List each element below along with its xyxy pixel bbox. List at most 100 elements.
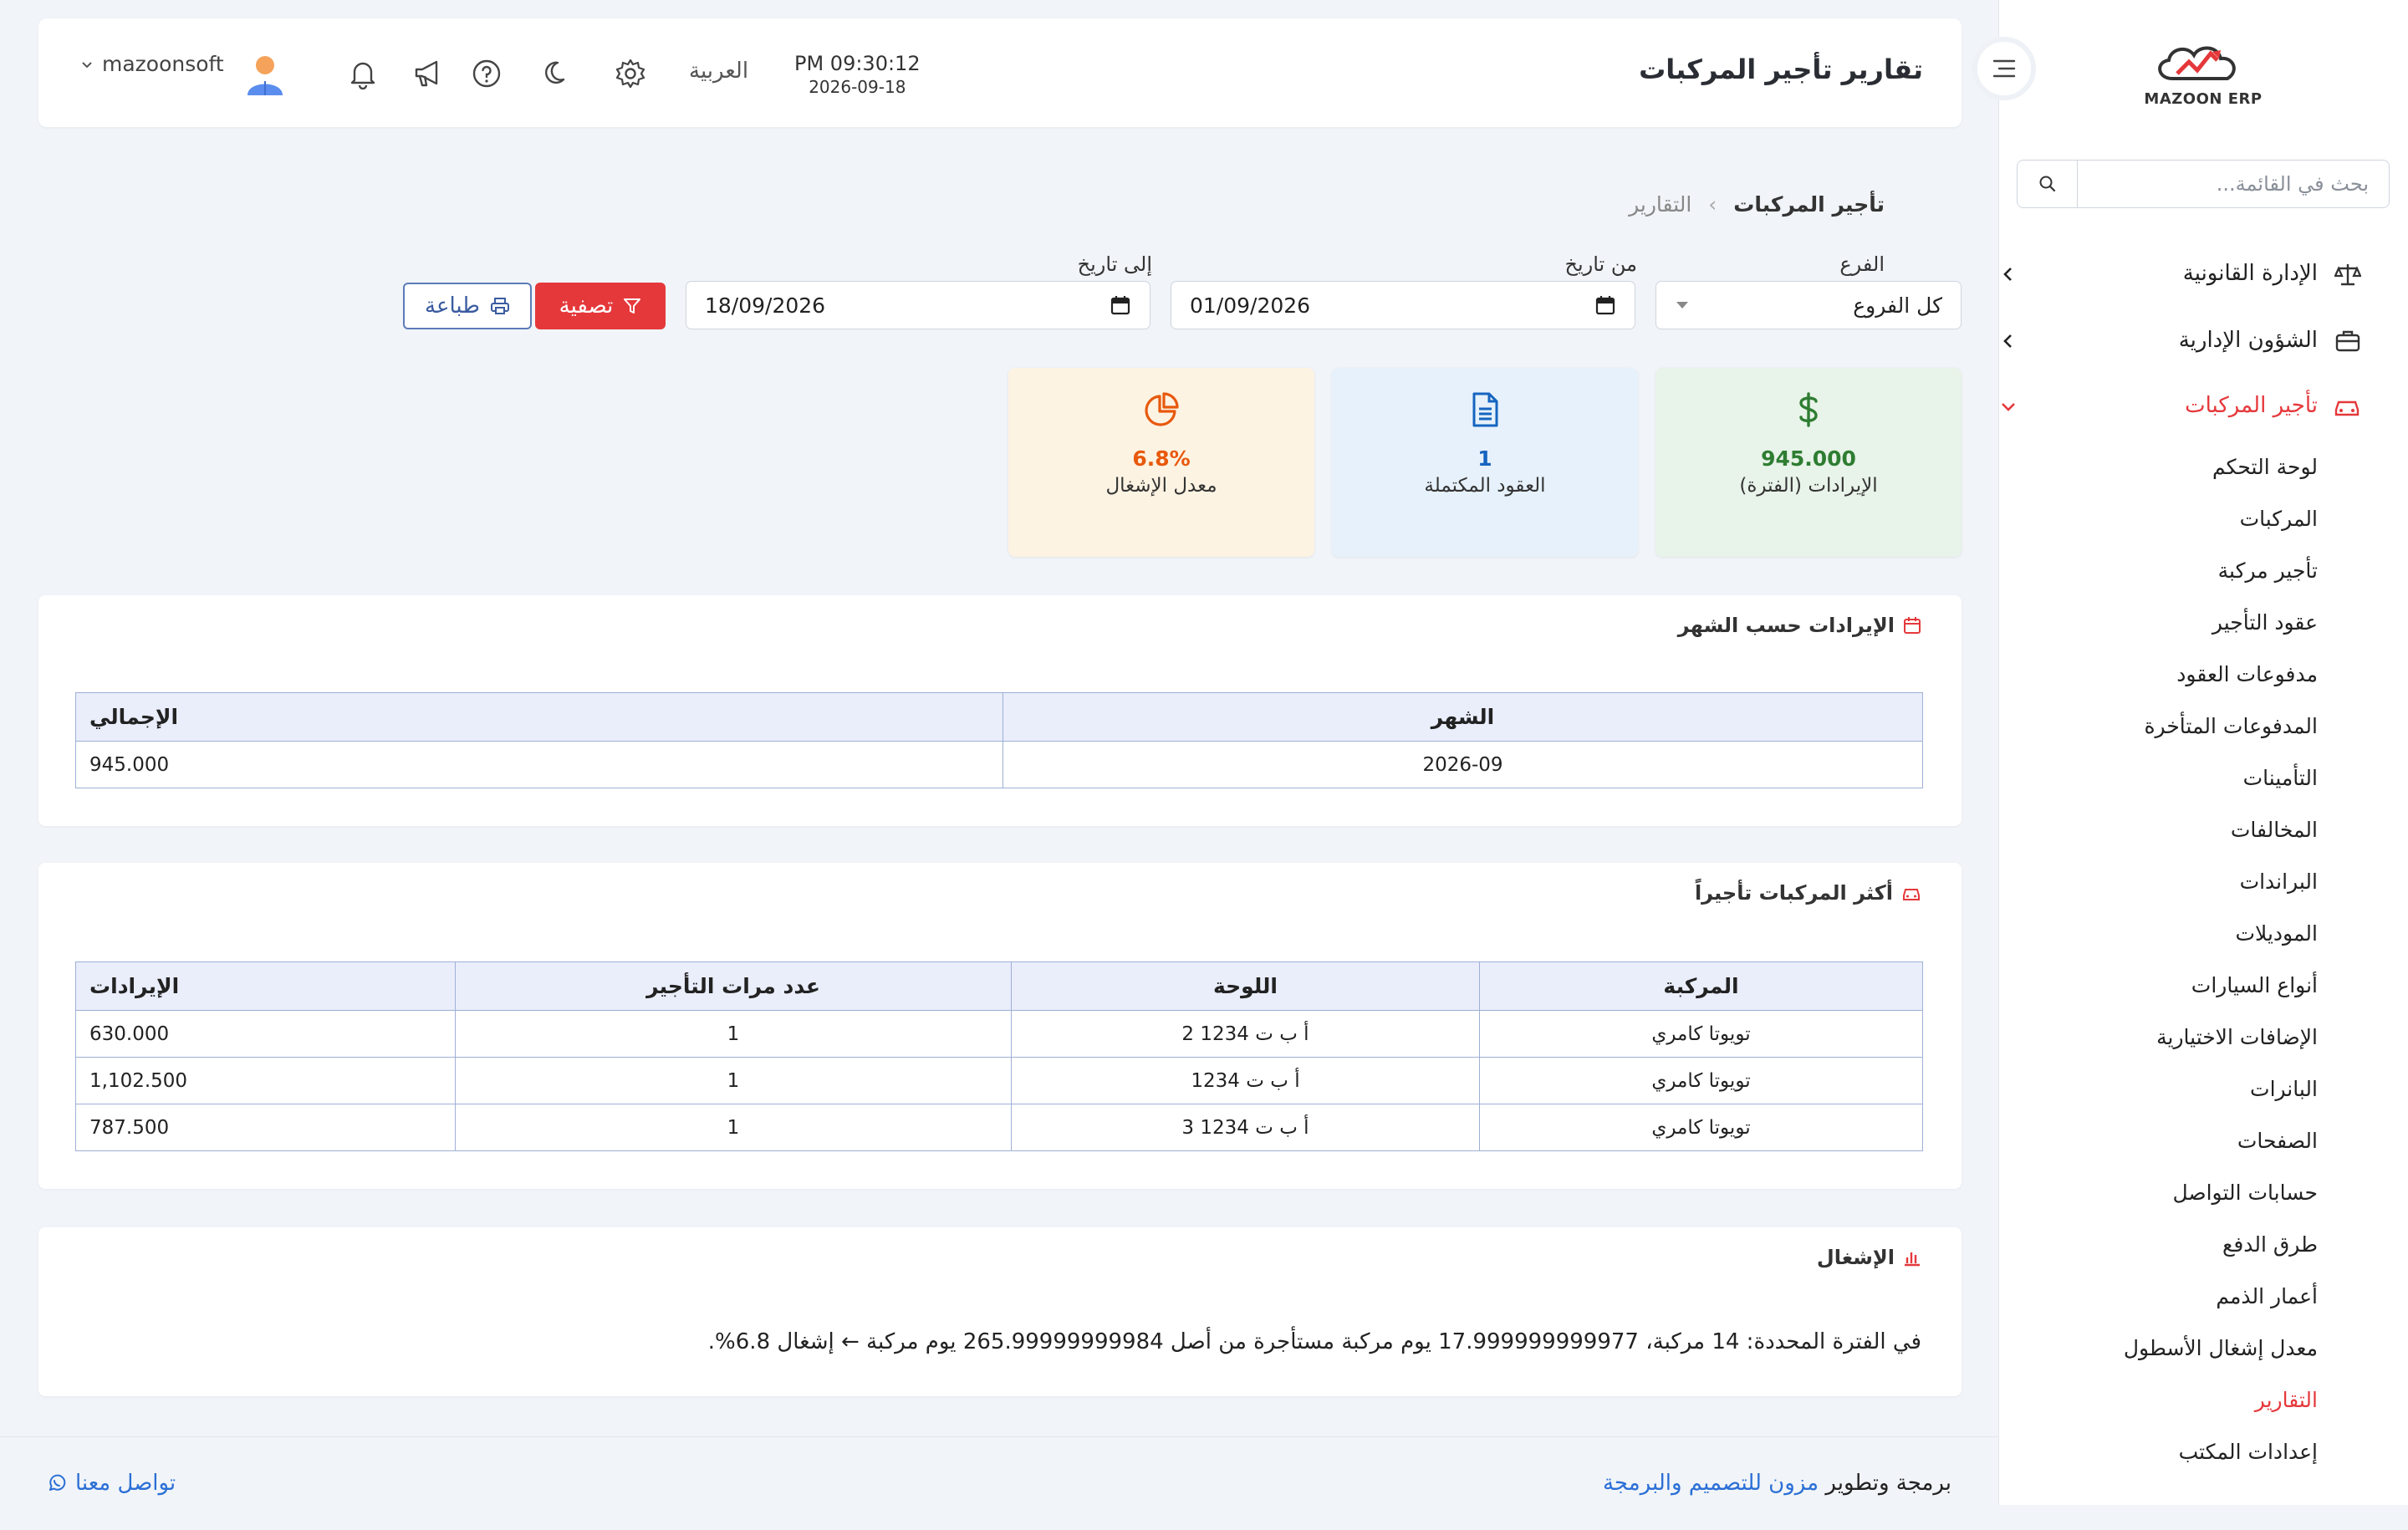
table-row: تويوتا كامري أ ب ت 1234 1 1,102.500 xyxy=(75,1057,1923,1104)
stat-icon xyxy=(1008,391,1314,428)
cell-revenue: 787.500 xyxy=(75,1104,456,1151)
bell-icon xyxy=(350,62,375,89)
from-date-value: 01/09/2026 xyxy=(1190,293,1311,318)
stat-card-revenue: 945.000 الإيرادات (الفترة) xyxy=(1656,368,1962,557)
filter-button[interactable]: تصفية xyxy=(535,283,666,329)
sidebar-item-social-accounts[interactable]: حسابات التواصل xyxy=(2172,1181,2318,1205)
contact-us-link[interactable]: تواصل معنا xyxy=(47,1471,176,1496)
notifications-button[interactable] xyxy=(343,54,383,94)
branch-label: الفرع xyxy=(1839,252,1885,276)
branch-select-value: كل الفروع xyxy=(1853,293,1942,318)
top-header: تقارير تأجير المركبات PM 09:30:12 2026-0… xyxy=(38,18,1962,127)
contact-us-label: تواصل معنا xyxy=(75,1471,176,1496)
column-header-month: الشهر xyxy=(1002,692,1923,742)
stat-icon xyxy=(1656,391,1962,428)
sidebar-item-insurances[interactable]: التأمينات xyxy=(2243,766,2318,790)
sidebar-search-input[interactable] xyxy=(2078,161,2389,207)
avatar[interactable] xyxy=(244,54,286,95)
car-icon xyxy=(1903,889,1920,900)
language-switch[interactable]: العربية xyxy=(689,59,748,84)
revenue-by-month-panel: الإيرادات حسب الشهر الشهر الإجمالي 2026-… xyxy=(38,595,1962,826)
chevron-down-icon xyxy=(82,61,92,68)
column-header-vehicle: المركبة xyxy=(1479,961,1923,1011)
caret-down-icon xyxy=(1676,302,1688,309)
column-header-total: الإجمالي xyxy=(75,692,1003,742)
car-icon xyxy=(2334,400,2360,416)
document-icon xyxy=(1472,392,1498,427)
branch-select[interactable]: كل الفروع xyxy=(1656,281,1962,329)
column-header-rental-count: عدد مرات التأجير xyxy=(455,961,1012,1011)
sidebar-item-rental-contracts[interactable]: عقود التأجير xyxy=(2212,610,2318,635)
sidebar-item-brands[interactable]: البراندات xyxy=(2240,870,2318,894)
credit-link[interactable]: مزون للتصميم والبرمجة xyxy=(1603,1471,1819,1496)
user-menu[interactable]: mazoonsoft xyxy=(80,52,224,76)
cell-total: 945.000 xyxy=(75,741,1003,788)
sidebar-item-models[interactable]: الموديلات xyxy=(2236,921,2318,946)
search-button[interactable] xyxy=(2018,161,2078,207)
from-date-input[interactable]: 01/09/2026 xyxy=(1171,281,1635,329)
breadcrumb-parent[interactable]: التقارير xyxy=(1629,192,1691,217)
sidebar-item-legal[interactable]: الإدارة القانونية xyxy=(1998,249,2408,299)
pie-chart-icon xyxy=(1145,392,1179,426)
column-header-revenue: الإيرادات xyxy=(75,961,456,1011)
clock-time: PM 09:30:12 xyxy=(794,52,921,75)
to-date-input[interactable]: 18/09/2026 xyxy=(686,281,1150,329)
stat-label: العقود المكتملة xyxy=(1424,475,1546,497)
occupancy-summary: في الفترة المحددة: 14 مركبة، 17.99999999… xyxy=(707,1329,1921,1354)
table-header-row: المركبة اللوحة عدد مرات التأجير الإيرادا… xyxy=(75,961,1923,1011)
calendar-icon xyxy=(1904,617,1921,634)
settings-button[interactable] xyxy=(610,54,650,94)
sidebar-item-vehicles[interactable]: المركبات xyxy=(2240,507,2318,531)
briefcase-icon xyxy=(2335,330,2360,352)
panel-title: أكثر المركبات تأجيراً xyxy=(1695,881,1921,905)
sidebar-item-pages[interactable]: الصفحات xyxy=(2237,1129,2318,1153)
sidebar-item-office-settings[interactable]: إعدادات المكتب xyxy=(2179,1440,2318,1464)
sidebar-item-late-payments[interactable]: المدفوعات المتأخرة xyxy=(2144,714,2318,738)
cell-revenue: 1,102.500 xyxy=(75,1057,456,1104)
sidebar-item-violations[interactable]: المخالفات xyxy=(2231,818,2318,842)
sidebar-item-reports[interactable]: التقارير xyxy=(2255,1388,2318,1412)
breadcrumb-separator: › xyxy=(1708,192,1717,217)
panel-title: الإيرادات حسب الشهر xyxy=(1678,614,1921,637)
sidebar-group-label: الإدارة القانونية xyxy=(2182,261,2318,286)
occupancy-panel: الإشغال في الفترة المحددة: 14 مركبة، 17.… xyxy=(38,1227,1962,1396)
cell-revenue: 630.000 xyxy=(75,1010,456,1058)
sidebar-toggle-button[interactable] xyxy=(1972,37,2036,100)
cell-vehicle: تويوتا كامري xyxy=(1479,1010,1923,1058)
sidebar-item-rent-vehicle[interactable]: تأجير مركبة xyxy=(2218,558,2318,583)
user-avatar-icon xyxy=(247,56,283,95)
sidebar-item-vehicle-rental[interactable]: تأجير المركبات xyxy=(1998,381,2408,431)
chevron-down-icon xyxy=(2002,403,2015,411)
calendar-icon xyxy=(1110,296,1130,315)
sidebar-group-label: تأجير المركبات xyxy=(2185,393,2318,418)
top-vehicles-table: المركبة اللوحة عدد مرات التأجير الإيرادا… xyxy=(75,961,1923,1151)
brand-logo[interactable]: MAZOON ERP xyxy=(2140,35,2266,119)
breadcrumb-current[interactable]: تأجير المركبات xyxy=(1733,192,1885,217)
sidebar-item-contract-payments[interactable]: مدفوعات العقود xyxy=(2176,662,2318,686)
sidebar-item-banners[interactable]: البانرات xyxy=(2250,1077,2318,1101)
cell-vehicle: تويوتا كامري xyxy=(1479,1104,1923,1151)
announcements-button[interactable] xyxy=(408,54,448,94)
sidebar-item-dashboard[interactable]: لوحة التحكم xyxy=(2212,455,2318,479)
chevron-left-icon xyxy=(2003,268,2012,281)
clock-date: 2026-09-18 xyxy=(809,77,906,97)
print-button[interactable]: طباعة xyxy=(403,283,532,329)
sidebar-item-payment-methods[interactable]: طرق الدفع xyxy=(2222,1232,2318,1257)
theme-toggle-button[interactable] xyxy=(537,54,577,94)
help-button[interactable] xyxy=(467,54,507,94)
table-row: تويوتا كامري أ ب ت 1234 3 1 787.500 xyxy=(75,1104,1923,1151)
sidebar-item-car-types[interactable]: أنواع السيارات xyxy=(2191,973,2318,997)
help-icon xyxy=(472,59,501,88)
cell-rental-count: 1 xyxy=(455,1010,1012,1058)
sidebar-item-fleet-occupancy[interactable]: معدل إشغال الأسطول xyxy=(2124,1336,2318,1360)
cell-month: 2026-09 xyxy=(1002,741,1923,788)
panel-title-text: الإشغال xyxy=(1816,1246,1895,1269)
sidebar-item-admin-affairs[interactable]: الشؤون الإدارية xyxy=(1998,316,2408,366)
column-header-plate: اللوحة xyxy=(1011,961,1480,1011)
sidebar-item-optional-extras[interactable]: الإضافات الاختيارية xyxy=(2156,1025,2318,1049)
stat-card-completed-contracts: 1 العقود المكتملة xyxy=(1332,368,1638,557)
sidebar-item-receivables-aging[interactable]: أعمار الذمم xyxy=(2216,1284,2318,1308)
footer-credit: برمجة وتطوير مزون للتصميم والبرمجة xyxy=(1603,1471,1951,1496)
username: mazoonsoft xyxy=(102,52,224,76)
search-icon xyxy=(2039,176,2055,192)
